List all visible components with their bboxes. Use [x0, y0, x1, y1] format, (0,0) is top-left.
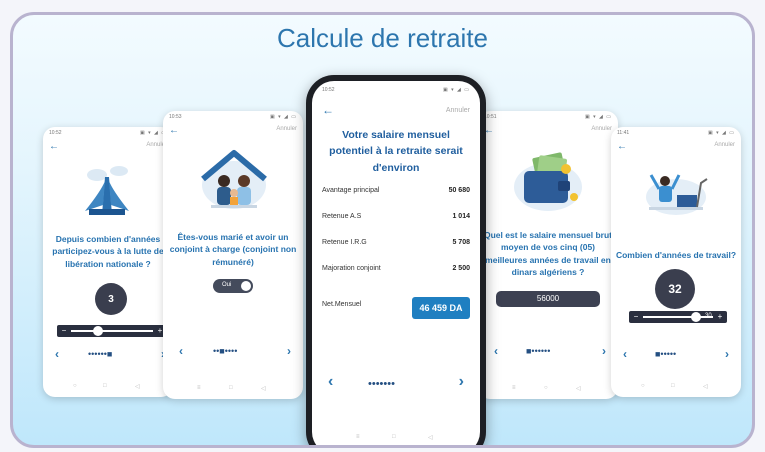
- back-arrow-icon[interactable]: ←: [49, 141, 59, 152]
- cancel-link[interactable]: Annuler: [714, 142, 735, 148]
- result-row: Avantage principal 50 680: [322, 187, 470, 194]
- question-text: Combien d'années de travail?: [615, 250, 737, 260]
- question-text: Depuis combien d'années participez-vous …: [52, 234, 164, 269]
- next-chevron-icon[interactable]: ›: [459, 373, 464, 391]
- status-time: 10:53: [169, 114, 182, 120]
- pager-nav: ‹ ■•••••• ›: [478, 344, 618, 358]
- status-time: 10:52: [49, 130, 62, 136]
- plus-button[interactable]: +: [715, 312, 725, 322]
- page-dots: •••••••: [368, 378, 395, 390]
- pager-nav: ‹ ■••••• ›: [611, 347, 741, 361]
- work-years-slider[interactable]: − 30 +: [629, 311, 727, 323]
- screen-marital: 10:53 ▣ ▾ ◢ ▭ ← Annuler Êtes-vous marié e…: [163, 111, 303, 399]
- next-chevron-icon[interactable]: ›: [287, 344, 291, 358]
- pager-nav: ‹ ••••••■ ›: [43, 347, 173, 361]
- prev-chevron-icon[interactable]: ‹: [328, 373, 333, 391]
- page-dots: ■••••••: [526, 346, 551, 356]
- slider-knob[interactable]: [93, 326, 103, 336]
- page-title: Calcule de retraite: [277, 23, 488, 53]
- page-dots: ••■••••: [213, 346, 238, 356]
- status-icons: ▣ ▾ ◢ ▭: [585, 114, 612, 120]
- page-dots: ■•••••: [655, 349, 677, 359]
- cancel-link[interactable]: Annuler: [591, 126, 612, 132]
- screen-work-years: 11:41 ▣ ▾ ◢ ▭ ← Annuler Combien d'années …: [611, 127, 741, 397]
- system-nav-bar: ○ □ ◁: [73, 383, 140, 390]
- result-heading: Votre salaire mensuel potentiel à la ret…: [329, 129, 463, 174]
- status-icons: ▣ ▾ ◢ ▭: [708, 130, 735, 136]
- result-row: Retenue I.R.G 5 708: [322, 239, 470, 246]
- result-row: Majoration conjoint 2 500: [322, 265, 470, 272]
- slider-value: 30: [705, 313, 712, 319]
- pager-nav: ‹ ••••••• ›: [312, 373, 480, 391]
- system-nav-bar: ≡ □ ◁: [356, 434, 433, 441]
- question-text: Êtes-vous marié et avoir un conjoint à c…: [169, 232, 297, 267]
- prev-chevron-icon[interactable]: ‹: [55, 347, 59, 361]
- minus-button[interactable]: −: [59, 326, 69, 336]
- next-chevron-icon[interactable]: ›: [725, 347, 729, 361]
- wallet-illustration-icon: [514, 152, 582, 211]
- cancel-link[interactable]: Annuler: [276, 126, 297, 132]
- family-house-illustration-icon: [201, 150, 267, 209]
- salary-input[interactable]: 56000: [496, 291, 600, 307]
- net-label: Net.Mensuel: [322, 301, 362, 308]
- prev-chevron-icon[interactable]: ‹: [494, 344, 498, 358]
- slider-knob[interactable]: [691, 312, 701, 322]
- question-text: Quel est le salaire mensuel brut moyen d…: [483, 230, 613, 277]
- status-time: 10:52: [322, 87, 335, 93]
- prev-chevron-icon[interactable]: ‹: [623, 347, 627, 361]
- value-display: 3: [95, 283, 127, 315]
- monument-illustration-icon: [85, 166, 129, 215]
- toggle-label: Oui: [222, 282, 232, 288]
- status-time: 11:41: [617, 130, 630, 136]
- back-arrow-icon[interactable]: ←: [322, 103, 334, 117]
- status-icons: ▣ ▾ ◢ ▭: [443, 87, 470, 93]
- screen-salary: 10:51 ▣ ▾ ◢ ▭ ← Annuler Quel est le salai…: [478, 111, 618, 399]
- married-toggle[interactable]: Oui: [213, 279, 253, 293]
- cancel-link[interactable]: Annuler: [446, 107, 470, 114]
- celebrating-worker-illustration-icon: [646, 174, 708, 215]
- net-monthly-button[interactable]: 46 459 DA: [412, 297, 470, 319]
- result-screen: 10:52 ▣ ▾ ◢ ▭ ← Annuler Votre salaire men…: [312, 81, 480, 445]
- minus-button[interactable]: −: [631, 312, 641, 322]
- value-display: 32: [655, 269, 695, 309]
- pager-nav: ‹ ••■•••• ›: [163, 344, 303, 358]
- status-icons: ▣ ▾ ◢ ▭: [270, 114, 297, 120]
- prev-chevron-icon[interactable]: ‹: [179, 344, 183, 358]
- system-nav-bar: ≡ ○ ◁: [512, 385, 581, 392]
- center-phone: 10:52 ▣ ▾ ◢ ▭ ← Annuler Votre salaire men…: [306, 75, 486, 445]
- system-nav-bar: ≡ □ ◁: [197, 385, 266, 392]
- system-nav-bar: ○ □ ◁: [641, 383, 708, 390]
- back-arrow-icon[interactable]: ←: [617, 141, 627, 152]
- back-arrow-icon[interactable]: ←: [169, 125, 179, 136]
- next-chevron-icon[interactable]: ›: [602, 344, 606, 358]
- page-dots: ••••••■: [88, 349, 113, 359]
- years-slider[interactable]: − +: [57, 325, 167, 337]
- promo-frame: Calcule de retraite 10:52 ▣ ▾ ◢ ▭ ← Annul…: [10, 12, 755, 448]
- result-row: Retenue A.S 1 014: [322, 213, 470, 220]
- screen-liberation: 10:52 ▣ ▾ ◢ ▭ ← Annuler Depuis combien d'…: [43, 127, 173, 397]
